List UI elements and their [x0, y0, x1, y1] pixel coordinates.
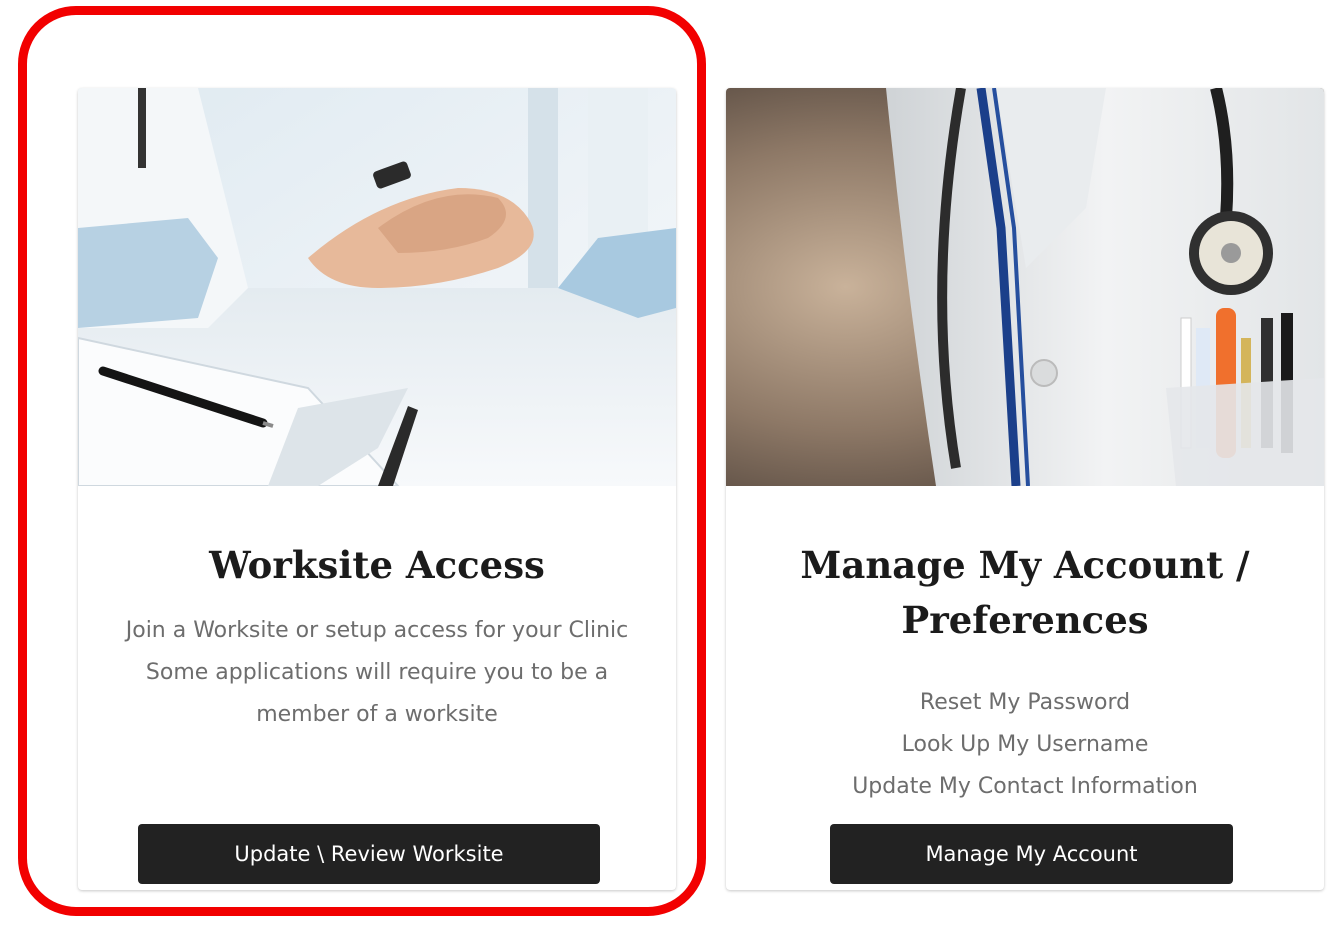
- manage-my-account-button[interactable]: Manage My Account: [830, 824, 1233, 884]
- description-line: member of a worksite: [256, 702, 498, 727]
- doctor-patient-handshake-image: [78, 88, 676, 486]
- lookup-username-item: Look Up My Username: [901, 732, 1149, 757]
- update-contact-item: Update My Contact Information: [852, 774, 1198, 799]
- card-title: Worksite Access: [209, 543, 545, 587]
- worksite-access-body: Worksite Access Join a Worksite or setup…: [78, 486, 676, 890]
- account-options-list: Reset My Password Look Up My Username Up…: [746, 682, 1304, 808]
- card-title-line: Preferences: [901, 598, 1149, 642]
- card-description: Join a Worksite or setup access for your…: [98, 610, 656, 736]
- reset-password-item: Reset My Password: [919, 690, 1131, 715]
- description-line: Some applications will require you to be…: [145, 660, 609, 685]
- doctor-stethoscope-image: [726, 88, 1324, 486]
- manage-account-card: Manage My Account / Preferences Reset My…: [726, 88, 1324, 890]
- card-title: Manage My Account / Preferences: [766, 538, 1284, 648]
- description-line: Join a Worksite or setup access for your…: [125, 618, 629, 643]
- card-title-line: Manage My Account /: [800, 543, 1250, 587]
- manage-account-body: Manage My Account / Preferences Reset My…: [726, 486, 1324, 890]
- update-review-worksite-button[interactable]: Update \ Review Worksite: [138, 824, 600, 884]
- worksite-access-card: Worksite Access Join a Worksite or setup…: [78, 88, 676, 890]
